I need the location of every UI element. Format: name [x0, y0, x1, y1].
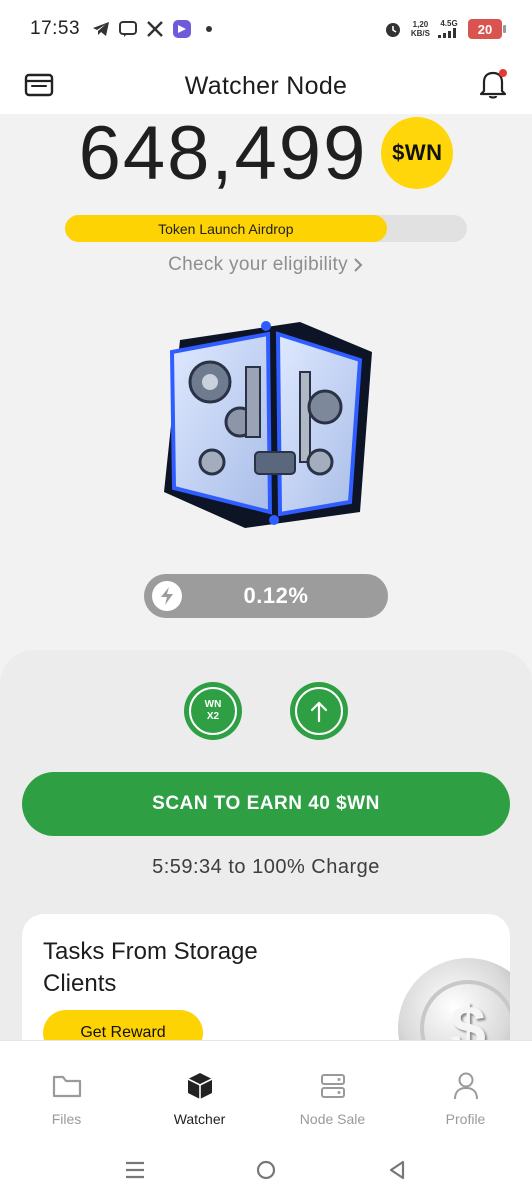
- messenger-icon: [118, 19, 138, 39]
- nav-label-node-sale: Node Sale: [299, 1111, 366, 1127]
- airdrop-label: Token Launch Airdrop: [158, 220, 294, 237]
- telegram-icon: [91, 19, 111, 39]
- status-bar-left: 17:53: [30, 18, 219, 40]
- user-icon: [449, 1069, 483, 1103]
- arrow-up-icon: [310, 701, 328, 723]
- bottom-navigation: Files Watcher Node Sale Profile: [0, 1040, 532, 1140]
- chevron-right-icon: [354, 258, 363, 272]
- nav-label-files: Files: [51, 1111, 82, 1127]
- check-eligibility-link[interactable]: Check your eligibility: [0, 251, 532, 279]
- network-type: 4.5G: [440, 18, 458, 28]
- home-icon[interactable]: [251, 1155, 281, 1185]
- folder-icon: [50, 1069, 84, 1103]
- more-notifications-dot-icon: [199, 19, 219, 39]
- page-title: Watcher Node: [184, 71, 348, 100]
- upgrade-arrow-button[interactable]: [290, 682, 348, 740]
- alarm-icon: [383, 19, 403, 39]
- net-speed-unit: KB/S: [410, 29, 430, 38]
- token-balance: 648,499: [78, 110, 368, 196]
- system-navigation-bar: [0, 1140, 532, 1200]
- status-time: 17:53: [30, 18, 81, 39]
- battery-indicator: 20: [468, 19, 506, 39]
- x-icon: [145, 19, 165, 39]
- airdrop-progress-bar[interactable]: Token Launch Airdrop: [65, 215, 467, 242]
- watcher-node-cube-image[interactable]: [150, 312, 382, 534]
- nav-item-profile[interactable]: Profile: [399, 1041, 532, 1140]
- notification-bell-icon[interactable]: [476, 66, 510, 102]
- nav-label-watcher: Watcher: [173, 1111, 226, 1127]
- recent-apps-icon[interactable]: [120, 1155, 150, 1185]
- scan-to-earn-button[interactable]: SCAN TO EARN 40 $WN: [22, 772, 510, 836]
- signal-indicator: 4.5G: [438, 19, 460, 40]
- multiplier-line1: WN: [204, 699, 222, 710]
- lightning-bolt-icon: [152, 581, 182, 611]
- wn-token-badge: $WN: [381, 117, 454, 189]
- status-bar: 17:53 1,20 KB/S 4.5G 20: [0, 0, 532, 58]
- net-speed: 1,20 KB/S: [411, 20, 430, 38]
- cube-icon: [183, 1069, 217, 1103]
- balance-row: 648,499 $WN: [0, 110, 532, 196]
- wallet-icon[interactable]: [22, 68, 56, 102]
- wn-x2-multiplier-button[interactable]: WN X2: [184, 682, 242, 740]
- charge-level-pill: 0.12%: [144, 574, 388, 618]
- signal-bars-icon: [438, 27, 456, 38]
- nav-item-node-sale[interactable]: Node Sale: [266, 1041, 399, 1140]
- multiplier-line2: X2: [206, 711, 220, 722]
- net-speed-value: 1,20: [412, 20, 429, 29]
- app-notification-icon: [172, 19, 192, 39]
- multiplier-label: WN X2: [205, 699, 222, 723]
- status-bar-right: 1,20 KB/S 4.5G 20: [383, 19, 506, 40]
- check-eligibility-text: Check your eligibility: [168, 254, 348, 275]
- back-icon[interactable]: [382, 1155, 412, 1185]
- app-bar: Watcher Node: [0, 58, 532, 114]
- nav-item-watcher[interactable]: Watcher: [133, 1041, 266, 1140]
- nav-item-files[interactable]: Files: [0, 1041, 133, 1140]
- server-icon: [316, 1069, 350, 1103]
- nav-label-profile: Profile: [445, 1111, 486, 1127]
- tasks-card-title: Tasks From Storage Clients: [43, 938, 258, 997]
- charge-countdown: 5:59:34 to 100% Charge: [152, 856, 380, 878]
